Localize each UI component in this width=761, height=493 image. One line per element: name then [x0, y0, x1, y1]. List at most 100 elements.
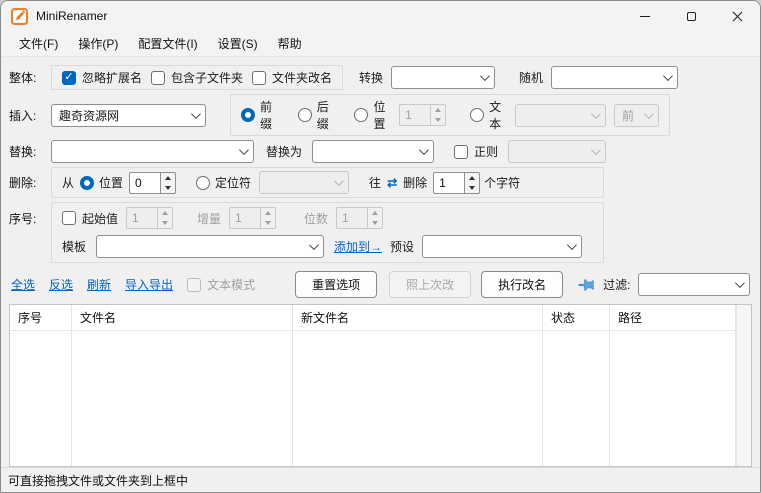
rename-folders-checkbox[interactable]: 文件夹改名 — [252, 69, 332, 86]
spinner-arrows[interactable] — [261, 207, 276, 229]
titlebar: MiniRenamer — [1, 1, 760, 31]
file-table[interactable]: 序号 文件名 新文件名 状态 路径 — [9, 304, 752, 467]
start-value-input[interactable] — [126, 207, 158, 229]
column-path: 路径 — [610, 305, 736, 466]
chevron-down-icon — [591, 145, 601, 155]
import-export-link[interactable]: 导入导出 — [125, 276, 173, 293]
execute-rename-button[interactable]: 执行改名 — [481, 271, 563, 298]
digits-label: 位数 — [304, 210, 328, 227]
repeat-last-button: 照上次改 — [389, 271, 471, 298]
chevron-down-icon — [567, 240, 577, 250]
template-dropdown[interactable] — [96, 235, 324, 258]
increment-input[interactable] — [229, 207, 261, 229]
header-filename[interactable]: 文件名 — [72, 305, 292, 331]
checkbox-checked-icon — [62, 71, 76, 85]
preset-dropdown[interactable] — [422, 235, 582, 258]
spinner-arrows[interactable] — [465, 172, 480, 194]
serial-values-row: 起始值 增量 位数 — [62, 207, 593, 229]
minimize-icon — [640, 16, 650, 17]
include-subfolders-checkbox[interactable]: 包含子文件夹 — [151, 69, 243, 86]
checkbox-icon — [454, 145, 468, 159]
spinner-arrows[interactable] — [161, 172, 176, 194]
delete-count-label: 删除 — [403, 174, 427, 191]
radio-selected-icon — [241, 108, 255, 122]
spinner-arrows[interactable] — [158, 207, 173, 229]
text-mode-checkbox: 文本模式 — [187, 276, 255, 293]
maximize-icon — [687, 12, 696, 21]
radio-selected-icon — [80, 176, 94, 190]
text-radio[interactable]: 文本 — [470, 98, 507, 132]
app-window: MiniRenamer 文件(F) 操作(P) 配置文件(I) 设置(S) 帮助… — [0, 0, 761, 493]
insert-text-dropdown[interactable]: 趣奇资源网 — [51, 104, 206, 127]
window-controls — [622, 1, 760, 31]
ignore-extension-checkbox[interactable]: 忽略扩展名 — [62, 69, 142, 86]
delete-count-spinner — [433, 172, 480, 194]
row-overall: 整体: 忽略扩展名 包含子文件夹 文件夹改名 转换 — [9, 65, 752, 90]
maximize-button[interactable] — [668, 1, 714, 31]
direction-toggle-icon[interactable]: ⇄ — [387, 176, 397, 190]
convert-dropdown[interactable] — [391, 66, 495, 89]
status-text: 可直接拖拽文件或文件夹到上框中 — [8, 472, 188, 489]
suffix-radio[interactable]: 后缀 — [298, 98, 335, 132]
regex-checkbox[interactable]: 正则 — [454, 143, 498, 160]
header-index[interactable]: 序号 — [10, 305, 71, 331]
convert-label: 转换 — [359, 69, 383, 86]
checkbox-icon — [151, 71, 165, 85]
statusbar: 可直接拖拽文件或文件夹到上框中 — [1, 467, 760, 492]
reset-options-button[interactable]: 重置选项 — [295, 271, 377, 298]
serial-group: 起始值 增量 位数 — [51, 202, 604, 263]
replace-with-dropdown[interactable] — [312, 140, 434, 163]
chevron-down-icon — [239, 145, 249, 155]
refresh-link[interactable]: 刷新 — [87, 276, 111, 293]
row-insert: 插入: 趣奇资源网 前缀 后缀 位置 — [9, 94, 752, 136]
template-label: 模板 — [62, 238, 86, 255]
menu-settings[interactable]: 设置(S) — [208, 31, 268, 56]
delete-position-radio[interactable]: 位置 — [80, 174, 123, 191]
insert-label: 插入: — [9, 107, 51, 124]
pin-icon[interactable] — [577, 276, 595, 294]
replace-label: 替换: — [9, 143, 51, 160]
chars-label: 个字符 — [484, 174, 520, 191]
filter-dropdown[interactable] — [638, 273, 750, 296]
delete-position-input[interactable] — [129, 172, 161, 194]
menu-operation[interactable]: 操作(P) — [68, 31, 128, 56]
chevron-down-icon — [735, 278, 745, 288]
select-all-link[interactable]: 全选 — [11, 276, 35, 293]
menu-file[interactable]: 文件(F) — [9, 31, 68, 56]
anchor-radio[interactable]: 定位符 — [196, 174, 251, 191]
increment-label: 增量 — [197, 210, 221, 227]
digits-input[interactable] — [336, 207, 368, 229]
position-radio[interactable]: 位置 — [354, 98, 391, 132]
spinner-arrows[interactable] — [431, 104, 446, 126]
row-serial: 序号: 起始值 增量 位数 — [9, 202, 752, 263]
radio-icon — [298, 108, 312, 122]
controls-panel: 整体: 忽略扩展名 包含子文件夹 文件夹改名 转换 — [1, 57, 760, 267]
start-value-checkbox[interactable]: 起始值 — [62, 210, 118, 227]
prefix-radio[interactable]: 前缀 — [241, 98, 278, 132]
minimize-button[interactable] — [622, 1, 668, 31]
filter-label: 过滤: — [603, 276, 630, 293]
close-button[interactable] — [714, 1, 760, 31]
chevron-down-icon — [191, 109, 201, 119]
invert-select-link[interactable]: 反选 — [49, 276, 73, 293]
header-new-filename[interactable]: 新文件名 — [293, 305, 542, 331]
delete-count-input[interactable] — [433, 172, 465, 194]
menu-help[interactable]: 帮助 — [268, 31, 312, 56]
replace-find-dropdown[interactable] — [51, 140, 254, 163]
radio-icon — [196, 176, 210, 190]
anchor-dropdown — [259, 171, 349, 194]
random-dropdown[interactable] — [551, 66, 678, 89]
spinner-arrows[interactable] — [368, 207, 383, 229]
checkbox-icon — [62, 211, 76, 225]
row-delete: 删除: 从 位置 定位符 往 — [9, 167, 752, 198]
replace-with-label: 替换为 — [266, 143, 302, 160]
increment-spinner — [229, 207, 276, 229]
vertical-scrollbar[interactable] — [736, 305, 751, 466]
add-to-link[interactable]: 添加到→ — [334, 238, 382, 255]
header-path[interactable]: 路径 — [610, 305, 735, 331]
direction-label: 往 — [369, 174, 381, 191]
insert-position-input[interactable] — [399, 104, 431, 126]
menu-profile[interactable]: 配置文件(I) — [128, 31, 207, 56]
overall-label: 整体: — [9, 69, 51, 86]
header-status[interactable]: 状态 — [543, 305, 609, 331]
